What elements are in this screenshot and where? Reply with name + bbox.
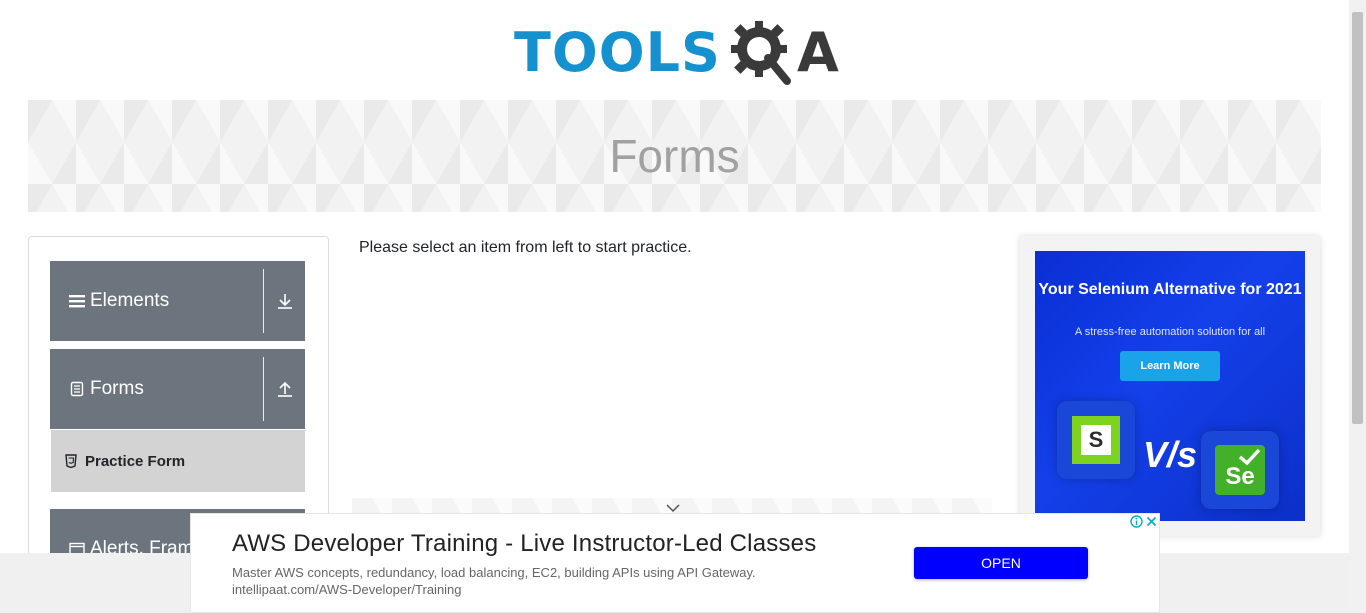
toolsqa-logo[interactable]: TOOLS A — [514, 14, 844, 92]
ad-subtitle: A stress-free automation solution for al… — [1074, 326, 1266, 338]
logo-text-a: A — [796, 21, 839, 84]
sidebar-item-practice-form[interactable]: Practice Form — [51, 430, 305, 492]
selenium-logo-tile: Se — [1201, 431, 1279, 509]
upload-arrow-icon[interactable] — [264, 380, 305, 398]
s-logo-letter: S — [1081, 425, 1111, 455]
versus-text: V/s — [1143, 434, 1198, 475]
gear-magnifier-icon — [725, 15, 801, 91]
ad-choices[interactable] — [1129, 514, 1159, 529]
download-arrow-icon[interactable] — [264, 292, 305, 310]
bottom-ad[interactable]: AWS Developer Training - Live Instructor… — [190, 513, 1160, 613]
selenium-logo-icon: Se — [1215, 445, 1265, 495]
document-icon — [66, 381, 88, 397]
close-icon[interactable] — [1144, 514, 1159, 529]
ad-title: Your Selenium Alternative for 2021 — [1038, 281, 1302, 298]
hamburger-icon — [66, 293, 88, 309]
vertical-scrollbar[interactable] — [1349, 0, 1366, 613]
group-header[interactable]: Elements — [50, 261, 305, 341]
sidebar-group-label: Elements — [90, 290, 170, 311]
main-message: Please select an item from left to start… — [359, 239, 692, 256]
info-icon[interactable] — [1129, 514, 1144, 529]
bottom-ad-title[interactable]: AWS Developer Training - Live Instructor… — [232, 530, 816, 558]
group-header[interactable]: Forms — [50, 349, 305, 429]
learn-more-button[interactable]: Learn More — [1120, 351, 1220, 381]
sidebar-group-label: Forms — [90, 378, 144, 399]
open-button[interactable]: OPEN — [914, 547, 1088, 579]
html5-shield-icon — [65, 454, 79, 468]
page-title: Forms — [609, 130, 740, 182]
page: TOOLS A Forms Elements Forms Practice Fo… — [0, 0, 1366, 613]
bottom-ad-description: Master AWS concepts, redundancy, load ba… — [232, 565, 756, 580]
selenium-logo-letters: Se — [1225, 463, 1255, 490]
bottom-ad-url[interactable]: intellipaat.com/AWS-Developer/Training — [232, 582, 462, 597]
sidebar-group-forms[interactable]: Forms — [50, 349, 305, 429]
sidebar-group-elements[interactable]: Elements — [50, 261, 305, 341]
logo-text-tools: TOOLS — [514, 21, 721, 84]
s-logo-tile: S — [1057, 401, 1135, 479]
page-banner: Forms — [28, 100, 1321, 212]
scrollbar-thumb[interactable] — [1352, 12, 1363, 424]
s-logo-icon: S — [1072, 416, 1120, 464]
side-ad[interactable]: Your Selenium Alternative for 2021 A str… — [1035, 251, 1305, 521]
sidebar-item-label: Practice Form — [85, 452, 186, 470]
